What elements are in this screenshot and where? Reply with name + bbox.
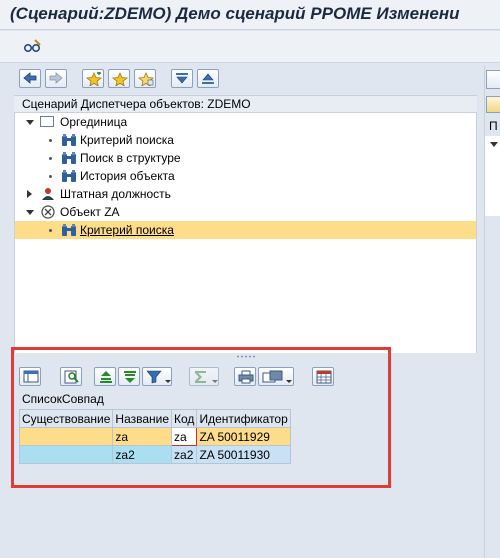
details-button[interactable]	[19, 367, 41, 386]
table-row[interactable]: za2 za2 ZA 50011930	[18, 445, 291, 464]
cell-code[interactable]: za	[171, 427, 198, 446]
find-button[interactable]	[60, 367, 82, 386]
alv-toolbar	[19, 364, 469, 388]
tree-node-org-unit[interactable]: Оргединица	[15, 113, 476, 131]
export-spreadsheet-button[interactable]	[312, 367, 334, 386]
forward-button[interactable]	[45, 69, 67, 88]
bullet-icon	[49, 229, 52, 232]
window-title: (Сценарий:ZDEMO) Демо сценарий PPOME Изм…	[10, 4, 460, 23]
cell-id[interactable]: ZA 50011929	[196, 427, 291, 446]
bullet-icon	[49, 157, 52, 160]
tree-node-label: Штатная должность	[60, 187, 171, 201]
back-button-right[interactable]	[486, 70, 500, 89]
binoculars-icon	[61, 223, 77, 242]
detail-pane-label: П	[489, 119, 498, 133]
hit-list-title: СписокСовпад	[22, 392, 104, 406]
tree-node-label: Критерий поиска	[80, 223, 174, 237]
back-button[interactable]	[19, 69, 41, 88]
column-header-name[interactable]: Название	[112, 409, 173, 428]
tree-node-structure-search[interactable]: Поиск в структуре	[15, 149, 476, 167]
table-header-row: Существование Название Код Идентификатор	[18, 409, 291, 428]
object-tree: Оргединица Критерий поиска Поиск в струк…	[14, 113, 477, 353]
object-manager-pane: Сценарий Диспетчера объектов: ZDEMO Орге…	[14, 66, 477, 558]
table-row[interactable]: za za ZA 50011929	[18, 427, 291, 446]
cell-name[interactable]: za2	[112, 445, 173, 464]
filter-dropdown-button[interactable]	[142, 367, 172, 386]
tree-node-label: Поиск в структуре	[80, 151, 181, 165]
sort-descending-button[interactable]	[118, 367, 140, 386]
splitter-grip-icon[interactable]	[236, 355, 256, 358]
display-change-glasses-icon[interactable]	[23, 38, 43, 54]
column-header-code[interactable]: Код	[171, 409, 198, 428]
column-header-id[interactable]: Идентификатор	[196, 409, 291, 428]
org-unit-icon	[40, 116, 54, 127]
tree-toolbar	[14, 66, 477, 92]
tree-node-label: Критерий поиска	[80, 133, 174, 147]
bullet-icon	[49, 175, 52, 178]
expand-all-button[interactable]	[171, 69, 193, 88]
tree-node-search-criteria[interactable]: Критерий поиска	[15, 131, 476, 149]
views-dropdown-button[interactable]	[258, 367, 294, 386]
cell-existence[interactable]	[18, 427, 114, 446]
tree-header: Сценарий Диспетчера объектов: ZDEMO	[14, 95, 477, 113]
print-button[interactable]	[234, 367, 256, 386]
hit-list-table: Существование Название Код Идентификатор…	[18, 409, 291, 464]
collapse-arrow-icon[interactable]	[26, 120, 34, 125]
collapse-arrow-icon[interactable]	[26, 210, 34, 215]
tree-node-label: История объекта	[80, 169, 175, 183]
tree-node-object-za[interactable]: Объект ZA	[15, 203, 476, 221]
tree-node-label: Оргединица	[60, 115, 128, 129]
sum-dropdown-button[interactable]	[189, 367, 219, 386]
hit-list-pane: СписокСовпад Существование Название Код …	[14, 361, 477, 558]
folder-icon[interactable]	[486, 96, 500, 113]
detail-pane-clipped: П	[484, 66, 500, 558]
cell-existence[interactable]	[18, 445, 114, 464]
tree-node-object-history[interactable]: История объекта	[15, 167, 476, 185]
cell-id[interactable]: ZA 50011930	[196, 445, 291, 464]
tree-node-label: Объект ZA	[60, 205, 120, 219]
tree-node-search-criteria-selected[interactable]: Критерий поиска	[15, 221, 476, 239]
pane-splitter[interactable]	[14, 353, 477, 361]
application-toolbar	[0, 31, 500, 63]
column-header-existence[interactable]: Существование	[18, 409, 114, 428]
manage-favorites-button[interactable]	[134, 69, 156, 88]
detail-pane-content	[485, 136, 500, 216]
favorites-button[interactable]	[108, 69, 130, 88]
expand-arrow-icon[interactable]	[27, 190, 32, 198]
tree-node-position[interactable]: Штатная должность	[15, 185, 476, 203]
collapse-arrow-icon[interactable]	[490, 142, 498, 147]
window-titlebar: (Сценарий:ZDEMO) Демо сценарий PPOME Изм…	[0, 0, 500, 30]
cell-code[interactable]: za2	[171, 445, 198, 464]
collapse-all-button[interactable]	[197, 69, 219, 88]
bullet-icon	[49, 139, 52, 142]
add-favorite-button[interactable]	[82, 69, 104, 88]
cell-name[interactable]: za	[112, 427, 173, 446]
sort-ascending-button[interactable]	[94, 367, 116, 386]
